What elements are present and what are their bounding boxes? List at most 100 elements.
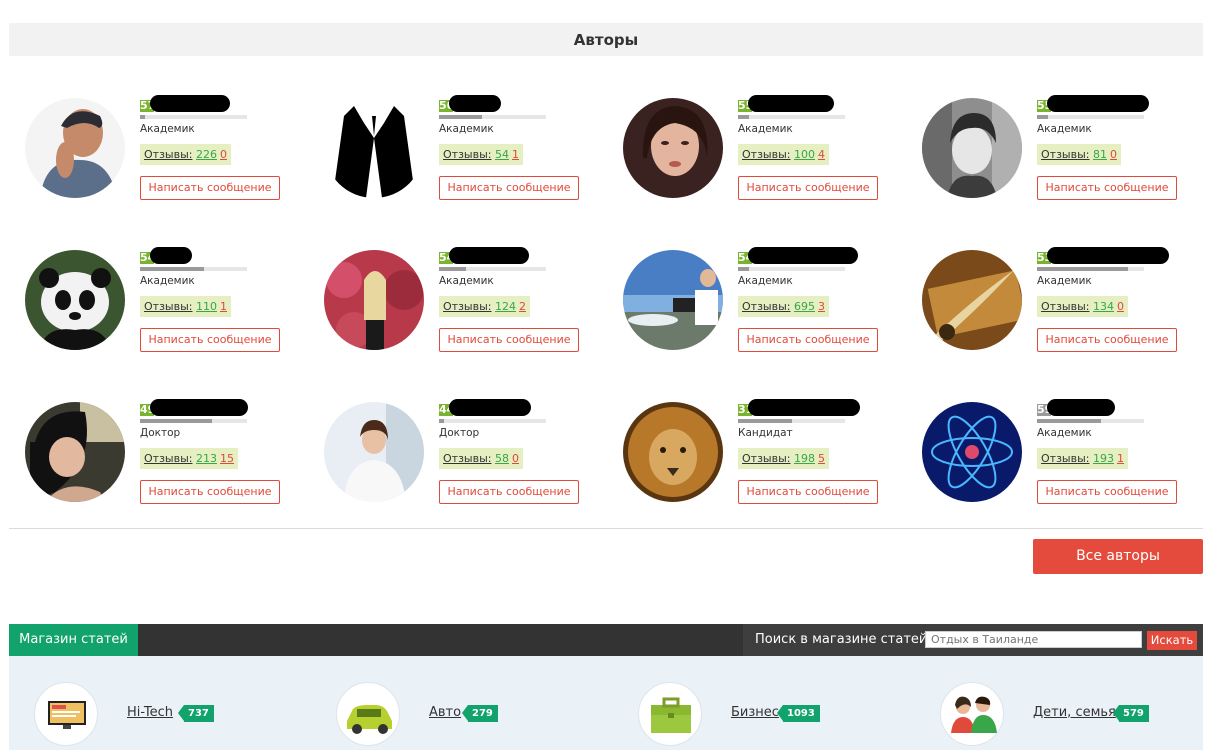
reviews-link[interactable]: Отзывы: <box>144 300 192 313</box>
send-message-button[interactable]: Написать сообщение <box>1037 328 1177 352</box>
negative-reviews-count[interactable]: 1 <box>220 300 227 313</box>
shop-search: Поиск в магазине статей: Искать <box>743 624 1203 656</box>
negative-reviews-count[interactable]: 0 <box>1117 300 1124 313</box>
send-message-button[interactable]: Написать сообщение <box>140 328 280 352</box>
reviews-link[interactable]: Отзывы: <box>443 148 491 161</box>
reviews-link[interactable]: Отзывы: <box>443 300 491 313</box>
author-rank: Кандидат <box>738 427 793 439</box>
woman-flowers-avatar[interactable] <box>324 250 424 350</box>
author-card: 44 Доктор Отзывы: 58 0 Написать сообщение <box>324 399 624 512</box>
author-card: 53 Академик Отзывы: 134 0 Написать сообщение <box>922 247 1219 360</box>
suit-icon[interactable] <box>324 98 424 198</box>
category-link[interactable]: Бизнес <box>731 705 779 720</box>
reviews-link[interactable]: Отзывы: <box>1041 148 1089 161</box>
negative-reviews-count[interactable]: 1 <box>512 148 519 161</box>
category-count-badge: 737 <box>178 705 214 722</box>
level-progress-bar <box>738 115 845 119</box>
send-message-button[interactable]: Написать сообщение <box>1037 176 1177 200</box>
author-rank: Академик <box>1037 275 1092 287</box>
atom-avatar[interactable] <box>922 402 1022 502</box>
reviews-link[interactable]: Отзывы: <box>144 148 192 161</box>
negative-reviews-count[interactable]: 0 <box>512 452 519 465</box>
cartoon-woman-avatar[interactable] <box>922 98 1022 198</box>
author-card: 49 Доктор Отзывы: 213 15 Написать сообщение <box>25 399 325 512</box>
woman-portrait-avatar[interactable] <box>623 98 723 198</box>
monitor-icon[interactable] <box>34 682 98 746</box>
quill-pen-avatar[interactable] <box>922 250 1022 350</box>
briefcase-icon[interactable] <box>638 682 702 746</box>
positive-reviews-count[interactable]: 58 <box>495 452 509 465</box>
category-link[interactable]: Авто <box>429 705 461 720</box>
redacted-username <box>150 399 248 416</box>
author-rank: Доктор <box>439 427 480 439</box>
reviews-box: Отзывы: 213 15 <box>140 448 238 469</box>
send-message-button[interactable]: Написать сообщение <box>140 480 280 504</box>
reviews-link[interactable]: Отзывы: <box>443 452 491 465</box>
positive-reviews-count[interactable]: 695 <box>794 300 815 313</box>
send-message-button[interactable]: Написать сообщение <box>738 480 878 504</box>
author-rank: Доктор <box>140 427 181 439</box>
positive-reviews-count[interactable]: 213 <box>196 452 217 465</box>
send-message-button[interactable]: Написать сообщение <box>439 176 579 200</box>
negative-reviews-count[interactable]: 5 <box>818 452 825 465</box>
level-progress-bar <box>1037 419 1144 423</box>
positive-reviews-count[interactable]: 54 <box>495 148 509 161</box>
reviews-box: Отзывы: 226 0 <box>140 144 231 165</box>
author-card: 54 Академик Отзывы: 124 2 Написать сообщение <box>324 247 624 360</box>
family-icon[interactable] <box>940 682 1004 746</box>
positive-reviews-count[interactable]: 110 <box>196 300 217 313</box>
reviews-link[interactable]: Отзывы: <box>742 148 790 161</box>
reviews-link[interactable]: Отзывы: <box>1041 452 1089 465</box>
car-icon[interactable] <box>336 682 400 746</box>
negative-reviews-count[interactable]: 4 <box>818 148 825 161</box>
send-message-button[interactable]: Написать сообщение <box>439 328 579 352</box>
reviews-link[interactable]: Отзывы: <box>742 452 790 465</box>
positive-reviews-count[interactable]: 226 <box>196 148 217 161</box>
negative-reviews-count[interactable]: 3 <box>818 300 825 313</box>
positive-reviews-count[interactable]: 81 <box>1093 148 1107 161</box>
send-message-button[interactable]: Написать сообщение <box>1037 480 1177 504</box>
author-card: 31 Кандидат Отзывы: 198 5 Написать сообщение <box>623 399 923 512</box>
negative-reviews-count[interactable]: 15 <box>220 452 234 465</box>
lion-avatar[interactable] <box>623 402 723 502</box>
negative-reviews-count[interactable]: 1 <box>1117 452 1124 465</box>
search-input[interactable] <box>925 631 1142 648</box>
level-progress-bar <box>140 115 247 119</box>
negative-reviews-count[interactable]: 0 <box>220 148 227 161</box>
reviews-link[interactable]: Отзывы: <box>742 300 790 313</box>
positive-reviews-count[interactable]: 193 <box>1093 452 1114 465</box>
shop-bar: Магазин статей Поиск в магазине статей: … <box>9 624 1203 663</box>
positive-reviews-count[interactable]: 198 <box>794 452 815 465</box>
category-link[interactable]: Дети, семья <box>1033 705 1116 720</box>
send-message-button[interactable]: Написать сообщение <box>738 328 878 352</box>
negative-reviews-count[interactable]: 2 <box>519 300 526 313</box>
shop-tab[interactable]: Магазин статей <box>9 624 138 656</box>
redacted-username <box>449 399 531 416</box>
authors-title: Авторы <box>9 23 1203 56</box>
author-card: 55 Академик Отзывы: 100 4 Написать сообщение <box>623 95 923 208</box>
category-link[interactable]: Hi-Tech <box>127 705 173 720</box>
send-message-button[interactable]: Написать сообщение <box>140 176 280 200</box>
reviews-link[interactable]: Отзывы: <box>144 452 192 465</box>
author-card: 57 Академик Отзывы: 226 0 Написать сообщение <box>25 95 325 208</box>
man-photo-avatar[interactable] <box>25 98 125 198</box>
author-card: 59 Академик Отзывы: 193 1 Написать сообщение <box>922 399 1219 512</box>
positive-reviews-count[interactable]: 124 <box>495 300 516 313</box>
beach-laptop-avatar[interactable] <box>623 250 723 350</box>
redacted-username <box>748 247 858 264</box>
send-message-button[interactable]: Написать сообщение <box>439 480 579 504</box>
all-authors-button[interactable]: Все авторы <box>1033 539 1203 574</box>
positive-reviews-count[interactable]: 134 <box>1093 300 1114 313</box>
negative-reviews-count[interactable]: 0 <box>1110 148 1117 161</box>
search-button[interactable]: Искать <box>1147 631 1197 650</box>
positive-reviews-count[interactable]: 100 <box>794 148 815 161</box>
reviews-box: Отзывы: 58 0 <box>439 448 523 469</box>
reviews-link[interactable]: Отзывы: <box>1041 300 1089 313</box>
reviews-box: Отзывы: 695 3 <box>738 296 829 317</box>
business-woman-avatar[interactable] <box>324 402 424 502</box>
woman-dark-hair-avatar[interactable] <box>25 402 125 502</box>
category-count-badge: 1093 <box>777 705 820 722</box>
panda-avatar[interactable] <box>25 250 125 350</box>
send-message-button[interactable]: Написать сообщение <box>738 176 878 200</box>
level-progress-bar <box>439 115 546 119</box>
